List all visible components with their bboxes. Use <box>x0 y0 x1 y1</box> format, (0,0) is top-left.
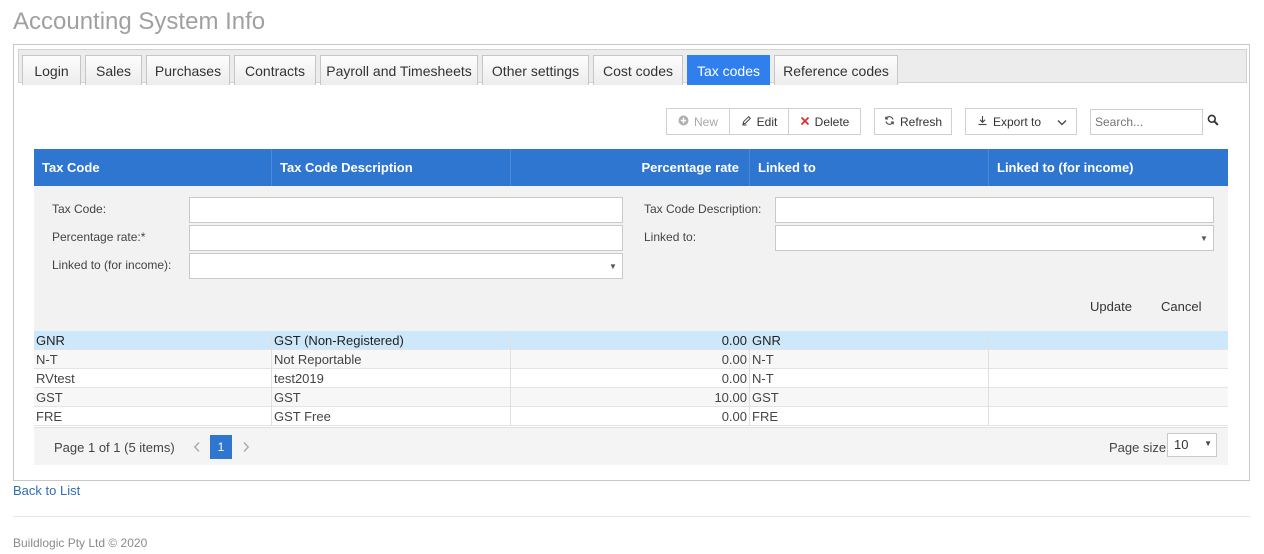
tab-other-settings[interactable]: Other settings <box>482 55 589 85</box>
chevron-down-icon <box>1057 115 1067 129</box>
search-input[interactable] <box>1090 109 1203 135</box>
plus-circle-icon <box>678 115 689 129</box>
cell-linked-to: FRE <box>750 407 989 426</box>
cell-description: GST <box>272 388 511 407</box>
tax-code-field[interactable] <box>189 197 623 223</box>
search-icon[interactable] <box>1207 114 1221 128</box>
cell-percentage-rate: 0.00 <box>511 407 750 426</box>
tax-code-label: Tax Code: <box>52 202 107 216</box>
cancel-button[interactable]: Cancel <box>1161 299 1201 314</box>
footer-divider <box>13 516 1250 517</box>
cell-percentage-rate: 0.00 <box>511 331 750 350</box>
cell-tax-code: RVtest <box>34 369 272 388</box>
back-to-list-link[interactable]: Back to List <box>13 483 80 498</box>
cell-percentage-rate: 0.00 <box>511 350 750 369</box>
tab-sales[interactable]: Sales <box>85 55 142 85</box>
export-dropdown-button[interactable]: Export to <box>966 109 1076 134</box>
cell-tax-code: GNR <box>34 331 272 350</box>
export-button-group: Export to <box>965 108 1077 135</box>
cell-linked-to-income <box>989 388 1228 407</box>
percentage-rate-label: Percentage rate:* <box>52 230 146 244</box>
tab-tax-codes[interactable]: Tax codes <box>687 55 770 85</box>
dropdown-arrow-icon[interactable]: ▼ <box>1204 439 1212 448</box>
new-button[interactable]: New <box>667 109 730 134</box>
dropdown-arrow-icon[interactable]: ▼ <box>1195 226 1213 250</box>
linked-to-label: Linked to: <box>644 230 697 244</box>
page-size-value: 10 <box>1174 437 1189 452</box>
linked-to-select[interactable]: ▼ <box>775 225 1214 251</box>
cell-tax-code: GST <box>34 388 272 407</box>
page-size-select[interactable]: 10 ▼ <box>1167 433 1217 457</box>
delete-button-label: Delete <box>814 114 850 129</box>
cell-linked-to-income <box>989 407 1228 426</box>
cell-percentage-rate: 0.00 <box>511 369 750 388</box>
export-button-label: Export to <box>993 114 1042 129</box>
cell-linked-to: N-T <box>750 369 989 388</box>
delete-button[interactable]: Delete <box>789 109 860 134</box>
cell-description: test2019 <box>272 369 511 388</box>
linked-to-income-select[interactable]: ▼ <box>189 253 623 279</box>
refresh-button[interactable]: Refresh <box>875 109 951 134</box>
pager-summary: Page 1 of 1 (5 items) <box>54 440 175 455</box>
dropdown-arrow-icon[interactable]: ▼ <box>604 254 622 278</box>
edit-form: Tax Code: Tax Code Description: Percenta… <box>34 186 1228 331</box>
table-row[interactable]: GST GST 10.00 GST <box>34 388 1228 407</box>
cell-linked-to-income <box>989 369 1228 388</box>
cell-percentage-rate: 10.00 <box>511 388 750 407</box>
download-icon <box>977 115 988 129</box>
cell-linked-to-income <box>989 350 1228 369</box>
refresh-button-label: Refresh <box>899 114 943 129</box>
pager: Page 1 of 1 (5 items) 1 Page size: 10 ▼ <box>34 427 1228 465</box>
refresh-icon <box>884 115 895 129</box>
edit-button-label: Edit <box>756 114 778 129</box>
refresh-button-group: Refresh <box>874 108 952 135</box>
tab-payroll-and-timesheets[interactable]: Payroll and Timesheets <box>320 55 478 85</box>
update-button[interactable]: Update <box>1090 299 1132 314</box>
crud-button-group: New Edit Delete <box>666 108 861 135</box>
new-button-label: New <box>693 114 718 129</box>
table-row[interactable]: N-T Not Reportable 0.00 N-T <box>34 350 1228 369</box>
tab-contracts[interactable]: Contracts <box>234 55 316 85</box>
linked-to-income-label: Linked to (for income): <box>52 258 172 272</box>
tab-bar: Login Sales Purchases Contracts Payroll … <box>18 49 1247 85</box>
edit-button[interactable]: Edit <box>730 109 789 134</box>
percentage-rate-field[interactable] <box>189 225 623 251</box>
settings-panel: Login Sales Purchases Contracts Payroll … <box>13 44 1250 481</box>
chevron-left-icon[interactable] <box>188 436 206 458</box>
page-size-label: Page size: <box>1109 440 1170 455</box>
page-title: Accounting System Info <box>13 8 266 35</box>
pencil-icon <box>741 115 752 129</box>
cell-description: GST Free <box>272 407 511 426</box>
cell-tax-code: FRE <box>34 407 272 426</box>
column-header-tax-code[interactable]: Tax Code <box>34 149 272 186</box>
tab-reference-codes[interactable]: Reference codes <box>774 55 898 85</box>
tab-cost-codes[interactable]: Cost codes <box>593 55 683 85</box>
column-header-linked-to-income[interactable]: Linked to (for income) <box>989 149 1228 186</box>
cell-linked-to: GNR <box>750 331 989 350</box>
cell-description: GST (Non-Registered) <box>272 331 511 350</box>
close-icon <box>800 115 810 129</box>
chevron-right-icon[interactable] <box>237 436 255 458</box>
cell-description: Not Reportable <box>272 350 511 369</box>
grid-header: Tax Code Tax Code Description Percentage… <box>34 149 1228 186</box>
footer-copyright: Buildlogic Pty Ltd © 2020 <box>13 536 148 550</box>
column-header-linked-to[interactable]: Linked to <box>750 149 989 186</box>
grid-rows: GNR GST (Non-Registered) 0.00 GNR N-T No… <box>34 331 1228 426</box>
table-row[interactable]: RVtest test2019 0.00 N-T <box>34 369 1228 388</box>
cell-tax-code: N-T <box>34 350 272 369</box>
table-row[interactable]: FRE GST Free 0.00 FRE <box>34 407 1228 426</box>
cell-linked-to-income <box>989 331 1228 350</box>
table-row[interactable]: GNR GST (Non-Registered) 0.00 GNR <box>34 331 1228 350</box>
tax-code-description-field[interactable] <box>775 197 1214 223</box>
tab-login[interactable]: Login <box>22 55 81 85</box>
pager-page-button[interactable]: 1 <box>210 435 232 459</box>
column-header-description[interactable]: Tax Code Description <box>272 149 511 186</box>
cell-linked-to: GST <box>750 388 989 407</box>
column-header-percentage-rate[interactable]: Percentage rate <box>511 149 750 186</box>
tab-purchases[interactable]: Purchases <box>146 55 230 85</box>
cell-linked-to: N-T <box>750 350 989 369</box>
tax-code-description-label: Tax Code Description: <box>644 202 762 216</box>
